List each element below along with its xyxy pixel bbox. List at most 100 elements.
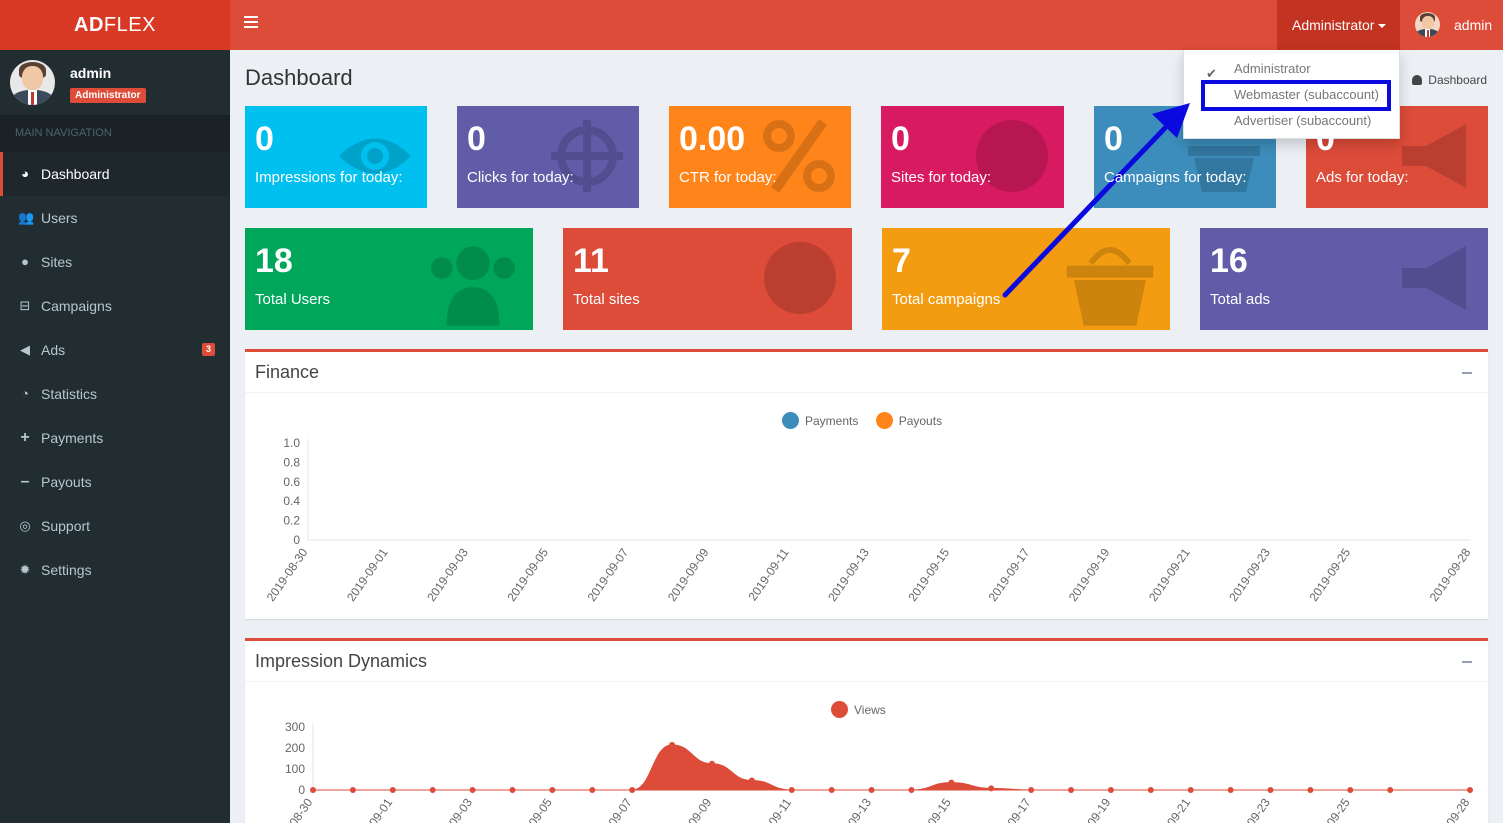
breadcrumb-label: Dashboard [1428, 73, 1487, 87]
basket-icon [1066, 247, 1154, 326]
role-badge: Administrator [70, 88, 146, 103]
views-point [988, 785, 995, 792]
stat-value: 18 [255, 242, 293, 280]
x-tick-label: 2019-09-23 [1226, 795, 1273, 823]
y-tick-label: 100 [285, 762, 305, 776]
role-switcher-label: Administrator [1292, 17, 1375, 33]
x-tick-label: 2019-09-05 [508, 795, 555, 823]
stat-value: 11 [573, 242, 609, 280]
y-tick-label: 200 [285, 741, 305, 755]
stat-box-campaigns: 0 Campaigns for today: [1094, 106, 1276, 208]
minus-icon: – [20, 473, 30, 490]
sidebar-toggle-icon[interactable] [244, 16, 258, 30]
brand-logo-bold: AD [74, 14, 104, 36]
bullhorn-icon: ◀ [20, 342, 30, 357]
breadcrumb[interactable]: Dashboard [1412, 73, 1487, 87]
x-tick-label: 2019-08-30 [264, 545, 311, 604]
x-tick-label: 2019-09-15 [907, 795, 954, 823]
role-option-label: Administrator [1234, 61, 1311, 76]
stat-box-ctr: 0.00 CTR for today: [669, 106, 851, 208]
lifebuoy-icon: ◎ [19, 518, 31, 533]
x-tick-label: 2019-09-09 [665, 545, 712, 604]
views-point [868, 787, 875, 793]
main-navigation: ◕ Dashboard 👥 Users ● Sites ⊟ Campaigns ◀ Ads… [0, 152, 230, 592]
views-point [469, 787, 476, 793]
views-point [828, 787, 835, 793]
x-tick-label: 2019-09-25 [1306, 545, 1353, 604]
x-tick-label: 2019-09-15 [905, 545, 952, 604]
stat-value: 0 [1316, 120, 1335, 158]
globe-icon [764, 242, 836, 314]
x-tick-label: 2019-09-07 [588, 795, 635, 823]
sidebar-item-ads[interactable]: ◀ Ads 3 [0, 328, 230, 372]
stat-value: 16 [1210, 242, 1248, 280]
views-point [1187, 787, 1194, 793]
views-area [312, 744, 1470, 791]
y-tick-label: 0 [293, 533, 300, 547]
views-point [908, 787, 915, 793]
y-tick-label: 0 [298, 783, 305, 797]
sidebar-item-label: Settings [41, 562, 92, 578]
x-tick-label: 2019-09-03 [424, 545, 471, 604]
y-tick-label: 0.2 [283, 514, 300, 528]
sidebar: admin Administrator MAIN NAVIGATION ◕ Das… [0, 50, 230, 823]
finance-chart: 1.0 0.8 0.6 0.4 0.2 02019-08-30 2019-09-01 2019… [264, 436, 1474, 604]
stat-label: CTR for today: [679, 169, 777, 186]
y-tick-label: 0.4 [283, 494, 300, 508]
x-tick-label: 2019-09-13 [825, 545, 872, 604]
sidebar-item-support[interactable]: ◎ Support [0, 504, 230, 548]
collapse-icon[interactable] [1462, 661, 1472, 663]
views-point [669, 741, 676, 748]
sidebar-item-statistics[interactable]: ◔ Statistics [0, 372, 230, 416]
annotation-highlight-box [1201, 80, 1391, 111]
stat-box-total-ads: 16 Total ads [1200, 228, 1488, 330]
sidebar-item-payments[interactable]: + Payments [0, 416, 230, 460]
views-point [1307, 787, 1314, 793]
user-panel: admin Administrator [0, 50, 230, 115]
brand-logo-rest: FLEX [103, 14, 156, 36]
role-switcher-button[interactable]: Administrator [1277, 0, 1400, 50]
sidebar-item-label: Payments [41, 430, 104, 446]
users-icon [431, 246, 515, 326]
views-point [310, 787, 316, 793]
views-point [549, 787, 556, 793]
sidebar-user-name: admin [70, 65, 112, 81]
x-tick-label: 2019-09-03 [428, 795, 475, 823]
basket-icon: ⊟ [19, 298, 31, 313]
sidebar-item-settings[interactable]: ✹ Settings [0, 548, 230, 592]
collapse-icon[interactable] [1462, 372, 1472, 374]
sidebar-item-label: Ads [41, 342, 66, 358]
views-point [1347, 787, 1354, 793]
x-tick-label: 2019-09-25 [1306, 795, 1353, 823]
views-point [389, 787, 396, 793]
y-tick-label: 0.8 [283, 455, 300, 469]
stat-box-total-campaigns: 7 Total campaigns [882, 228, 1170, 330]
sidebar-item-users[interactable]: 👥 Users [0, 196, 230, 240]
role-option-administrator[interactable]: ✔ Administrator [1184, 56, 1401, 82]
x-tick-label: 2019-09-19 [1066, 545, 1113, 604]
sidebar-item-sites[interactable]: ● Sites [0, 240, 230, 284]
x-tick-label: 2019-09-19 [1067, 795, 1114, 823]
y-tick-label: 1.0 [283, 436, 300, 450]
x-tick-label: 2019-09-17 [987, 795, 1034, 823]
sidebar-item-dashboard[interactable]: ◕ Dashboard [0, 152, 230, 196]
sidebar-item-campaigns[interactable]: ⊟ Campaigns [0, 284, 230, 328]
dashboard-icon [1412, 75, 1423, 85]
x-tick-label: 2019-09-21 [1146, 545, 1193, 604]
plus-icon: + [20, 429, 30, 446]
x-tick-label: 2019-09-21 [1147, 795, 1194, 823]
stat-label: Impressions for today: [255, 169, 403, 186]
globe-icon: ● [21, 254, 29, 269]
sidebar-item-payouts[interactable]: – Payouts [0, 460, 230, 504]
dashboard-icon: ◕ [21, 166, 29, 181]
views-point [1387, 787, 1394, 793]
top-navbar: Administrator admin [230, 0, 1503, 50]
stat-box-impressions: 0 Impressions for today: [245, 106, 427, 208]
stat-value: 0 [255, 120, 274, 158]
sidebar-item-label: Users [41, 210, 78, 226]
avatar [10, 60, 55, 105]
stat-box-sites: 0 Sites for today: [881, 106, 1064, 208]
stat-box-total-sites: 11 Total sites [563, 228, 852, 330]
brand-logo[interactable]: ADFLEX [0, 0, 230, 50]
sidebar-item-label: Statistics [41, 386, 98, 402]
